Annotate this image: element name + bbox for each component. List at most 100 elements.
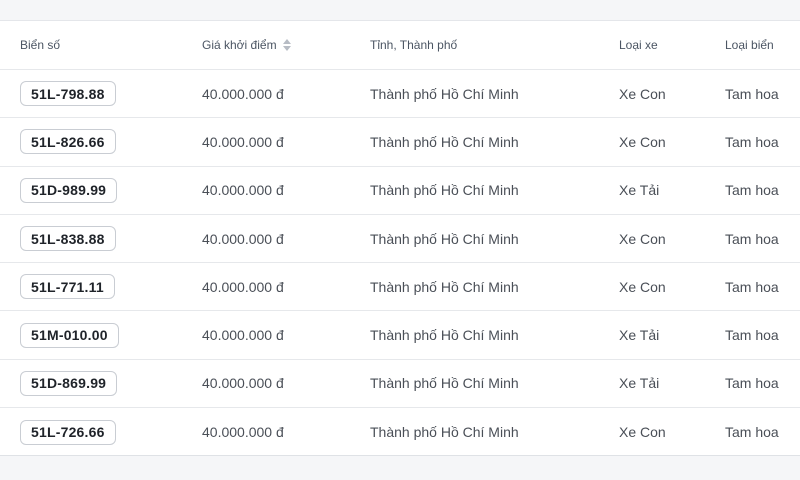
vehicle-type-cell: Xe Con — [619, 118, 666, 165]
vehicle-type-cell: Xe Tải — [619, 360, 659, 407]
starting-price: 40.000.000 đ — [202, 230, 284, 247]
province: Thành phố Hồ Chí Minh — [370, 424, 519, 441]
table-body: 51L-798.88 40.000.000 đ Thành phố Hồ Chí M… — [0, 70, 800, 456]
sort-icon[interactable] — [282, 39, 291, 51]
plate-type-cell: Tam hoa — [725, 70, 779, 117]
vehicle-type-cell: Xe Con — [619, 263, 666, 310]
plate-number-cell: 51L-838.88 — [20, 215, 116, 262]
vehicle-type: Xe Tải — [619, 375, 660, 392]
column-header-plate-type: Loại biển — [725, 38, 774, 52]
plate-number[interactable]: 51D-989.99 — [20, 177, 118, 203]
starting-price-cell: 40.000.000 đ — [202, 263, 284, 310]
plate-number-cell: 51L-771.11 — [20, 263, 115, 310]
plate-type-cell: Tam hoa — [725, 215, 779, 262]
plate-number[interactable]: 51L-826.66 — [20, 129, 116, 155]
page: Biển số Giá khởi điểm Tỉnh, Thành phố Lo… — [0, 0, 800, 480]
vehicle-type-cell: Xe Tải — [619, 167, 659, 214]
starting-price: 40.000.000 đ — [202, 375, 284, 392]
starting-price: 40.000.000 đ — [202, 133, 284, 150]
province: Thành phố Hồ Chí Minh — [370, 278, 519, 295]
vehicle-type: Xe Tải — [619, 327, 660, 344]
vehicle-type: Xe Con — [619, 230, 666, 247]
table-row[interactable]: 51L-771.11 40.000.000 đ Thành phố Hồ Chí M… — [0, 263, 800, 312]
table-row[interactable]: 51L-826.66 40.000.000 đ Thành phố Hồ Chí M… — [0, 118, 800, 167]
province-cell: Thành phố Hồ Chí Minh — [370, 70, 519, 117]
column-header-label: Loại xe — [619, 38, 658, 52]
plate-type-cell: Tam hoa — [725, 408, 779, 456]
plate-type: Tam hoa — [725, 327, 779, 344]
vehicle-type: Xe Tải — [619, 182, 660, 199]
plate-number-cell: 51D-989.99 — [20, 167, 118, 214]
table-row[interactable]: 51M-010.00 40.000.000 đ Thành phố Hồ Chí M… — [0, 311, 800, 360]
starting-price-cell: 40.000.000 đ — [202, 118, 284, 165]
starting-price-cell: 40.000.000 đ — [202, 215, 284, 262]
vehicle-type: Xe Con — [619, 424, 666, 441]
column-header-label: Loại biển — [725, 38, 774, 52]
province-cell: Thành phố Hồ Chí Minh — [370, 408, 519, 456]
plate-type: Tam hoa — [725, 230, 779, 247]
starting-price: 40.000.000 đ — [202, 182, 284, 199]
plate-type: Tam hoa — [725, 133, 779, 150]
province-cell: Thành phố Hồ Chí Minh — [370, 263, 519, 310]
plate-type: Tam hoa — [725, 182, 779, 199]
plate-number-cell: 51L-798.88 — [20, 70, 116, 117]
starting-price-cell: 40.000.000 đ — [202, 167, 284, 214]
plate-number[interactable]: 51L-771.11 — [20, 274, 115, 300]
province-cell: Thành phố Hồ Chí Minh — [370, 215, 519, 262]
starting-price-cell: 40.000.000 đ — [202, 408, 284, 456]
plate-type: Tam hoa — [725, 375, 779, 392]
starting-price: 40.000.000 đ — [202, 327, 284, 344]
vehicle-type-cell: Xe Tải — [619, 311, 659, 358]
vehicle-type-cell: Xe Con — [619, 408, 666, 456]
table-row[interactable]: 51L-726.66 40.000.000 đ Thành phố Hồ Chí M… — [0, 408, 800, 456]
table-row[interactable]: 51L-798.88 40.000.000 đ Thành phố Hồ Chí M… — [0, 70, 800, 119]
plate-type: Tam hoa — [725, 278, 779, 295]
starting-price: 40.000.000 đ — [202, 85, 284, 102]
plate-number-cell: 51M-010.00 — [20, 311, 119, 358]
starting-price-cell: 40.000.000 đ — [202, 360, 284, 407]
plate-type-cell: Tam hoa — [725, 263, 779, 310]
plate-number[interactable]: 51L-838.88 — [20, 226, 116, 252]
column-header-vehicle-type: Loại xe — [619, 38, 658, 52]
plate-number-cell: 51D-869.99 — [20, 360, 118, 407]
province: Thành phố Hồ Chí Minh — [370, 375, 519, 392]
starting-price: 40.000.000 đ — [202, 424, 284, 441]
province-cell: Thành phố Hồ Chí Minh — [370, 360, 519, 407]
column-header-province: Tỉnh, Thành phố — [370, 38, 457, 52]
vehicle-type-cell: Xe Con — [619, 215, 666, 262]
plate-type-cell: Tam hoa — [725, 360, 779, 407]
plate-type-cell: Tam hoa — [725, 167, 779, 214]
column-header-plate: Biển số — [20, 38, 60, 52]
plate-number[interactable]: 51L-726.66 — [20, 419, 116, 445]
vehicle-type-cell: Xe Con — [619, 70, 666, 117]
vehicle-type: Xe Con — [619, 278, 666, 295]
province: Thành phố Hồ Chí Minh — [370, 182, 519, 199]
column-header-price[interactable]: Giá khởi điểm — [202, 38, 291, 52]
plate-number[interactable]: 51L-798.88 — [20, 81, 116, 107]
plate-type-cell: Tam hoa — [725, 118, 779, 165]
auction-plates-table: Biển số Giá khởi điểm Tỉnh, Thành phố Lo… — [0, 20, 800, 456]
starting-price-cell: 40.000.000 đ — [202, 70, 284, 117]
province: Thành phố Hồ Chí Minh — [370, 85, 519, 102]
province-cell: Thành phố Hồ Chí Minh — [370, 311, 519, 358]
plate-type: Tam hoa — [725, 85, 779, 102]
table-row[interactable]: 51L-838.88 40.000.000 đ Thành phố Hồ Chí M… — [0, 215, 800, 264]
plate-type: Tam hoa — [725, 424, 779, 441]
plate-number[interactable]: 51M-010.00 — [20, 322, 119, 348]
column-header-label: Tỉnh, Thành phố — [370, 38, 458, 52]
province-cell: Thành phố Hồ Chí Minh — [370, 167, 519, 214]
column-header-label: Giá khởi điểm — [202, 38, 277, 52]
table-row[interactable]: 51D-989.99 40.000.000 đ Thành phố Hồ Chí M… — [0, 167, 800, 215]
vehicle-type: Xe Con — [619, 85, 666, 102]
plate-number[interactable]: 51D-869.99 — [20, 370, 118, 396]
plate-number-cell: 51L-726.66 — [20, 408, 116, 456]
vehicle-type: Xe Con — [619, 133, 666, 150]
starting-price-cell: 40.000.000 đ — [202, 311, 284, 358]
starting-price: 40.000.000 đ — [202, 278, 284, 295]
plate-type-cell: Tam hoa — [725, 311, 779, 358]
table-row[interactable]: 51D-869.99 40.000.000 đ Thành phố Hồ Chí M… — [0, 360, 800, 409]
province: Thành phố Hồ Chí Minh — [370, 133, 519, 150]
province: Thành phố Hồ Chí Minh — [370, 327, 519, 344]
plate-number-cell: 51L-826.66 — [20, 118, 116, 165]
province-cell: Thành phố Hồ Chí Minh — [370, 118, 519, 165]
